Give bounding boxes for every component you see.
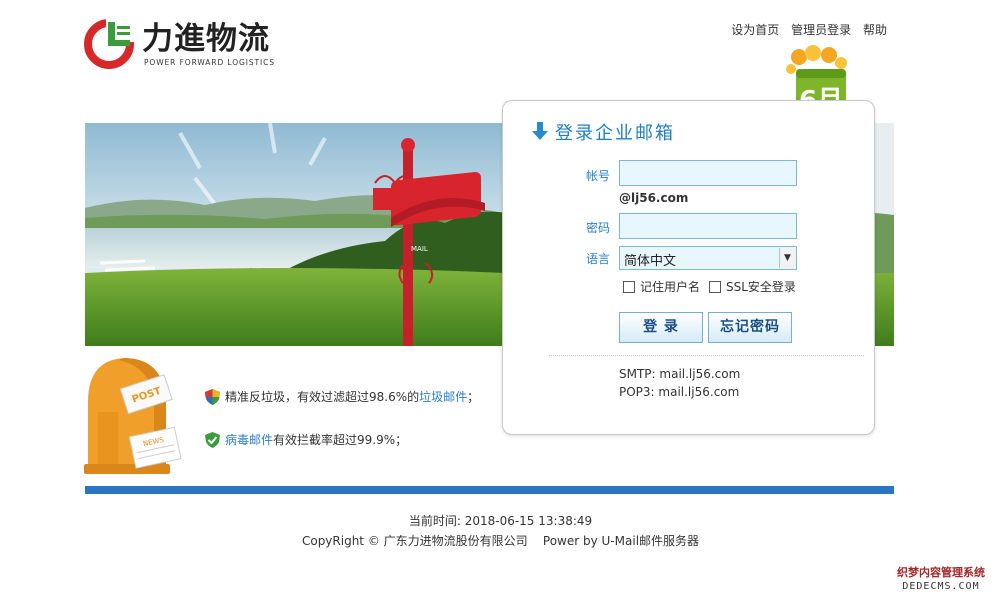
admin-login-link[interactable]: 管理员登录 xyxy=(791,23,851,37)
language-selected: 简体中文 xyxy=(624,254,677,269)
language-select[interactable]: 简体中文 ▼ xyxy=(619,246,797,270)
copyright-text: CopyRight © 广东力进物流股份有限公司 xyxy=(301,534,528,548)
logo-name-cn: 力進物流 xyxy=(142,21,270,57)
shield-check-icon xyxy=(205,432,220,448)
logo: 力進物流 POWER FORWARD LOGISTICS xyxy=(84,18,324,70)
domain-suffix: @lj56.com xyxy=(619,191,689,205)
panel-divider xyxy=(549,355,864,356)
ssl-login[interactable]: SSL安全登录 xyxy=(709,278,796,295)
watermark-line1: 织梦内容管理系统 xyxy=(897,566,985,579)
chevron-down-icon: ▼ xyxy=(779,248,795,268)
password-input[interactable] xyxy=(619,213,797,239)
remember-username[interactable]: 记住用户名 xyxy=(623,278,700,295)
logo-mark-icon xyxy=(84,18,136,69)
spam-mail-link[interactable]: 垃圾邮件 xyxy=(419,390,467,404)
feature-antivirus: 病毒邮件有效拦截率超过99.9%； xyxy=(205,431,407,448)
powered-by-text: Power by U-Mail邮件服务器 xyxy=(542,534,700,548)
top-links: 设为首页 管理员登录 帮助 xyxy=(723,21,887,38)
help-link[interactable]: 帮助 xyxy=(863,23,887,37)
mailbox-label: MAIL xyxy=(411,245,428,253)
ssl-checkbox[interactable] xyxy=(709,281,721,293)
forgot-password-button[interactable]: 忘记密码 xyxy=(708,312,792,343)
login-button[interactable]: 登 录 xyxy=(619,312,703,343)
virus-mail-link[interactable]: 病毒邮件 xyxy=(225,433,273,447)
language-label: 语言 xyxy=(585,252,610,266)
smtp-info: SMTP: mail.lj56.com xyxy=(619,367,741,381)
feature-antivirus-text: 有效拦截率超过99.9%； xyxy=(273,433,408,447)
feature-antispam-suffix: ； xyxy=(467,390,480,404)
watermark-line2: DEDECMS.COM xyxy=(902,581,980,592)
login-panel: 登录企业邮箱 帐号 @lj56.com 密码 语言 简体中文 ▼ 记住用户名 S… xyxy=(502,100,875,435)
remember-label: 记住用户名 xyxy=(640,280,701,294)
shield-icon xyxy=(205,389,220,405)
postbox-illustration: POST NEWS xyxy=(84,358,182,474)
footer-copyright: CopyRight © 广东力进物流股份有限公司 Power by U-Mail… xyxy=(0,532,1001,549)
ssl-label: SSL安全登录 xyxy=(726,280,796,294)
pop3-info: POP3: mail.lj56.com xyxy=(619,385,740,399)
account-label: 帐号 xyxy=(585,169,610,183)
divider-bar xyxy=(85,486,894,494)
account-input[interactable] xyxy=(619,160,797,186)
login-title-text: 登录企业邮箱 xyxy=(555,123,675,144)
current-time: 当前时间: 2018-06-15 13:38:49 xyxy=(408,514,593,528)
feature-antispam: 精准反垃圾，有效过滤超过98.6%的垃圾邮件； xyxy=(205,388,479,405)
login-title: 登录企业邮箱 xyxy=(531,119,675,145)
feature-antispam-text: 精准反垃圾，有效过滤超过98.6%的 xyxy=(225,390,420,404)
watermark: 织梦内容管理系统 DEDECMS.COM xyxy=(891,566,991,594)
password-label: 密码 xyxy=(585,221,610,235)
set-homepage-link[interactable]: 设为首页 xyxy=(731,23,779,37)
logo-name-en: POWER FORWARD LOGISTICS xyxy=(144,58,275,67)
arrow-down-icon xyxy=(532,122,548,140)
remember-checkbox[interactable] xyxy=(623,281,635,293)
